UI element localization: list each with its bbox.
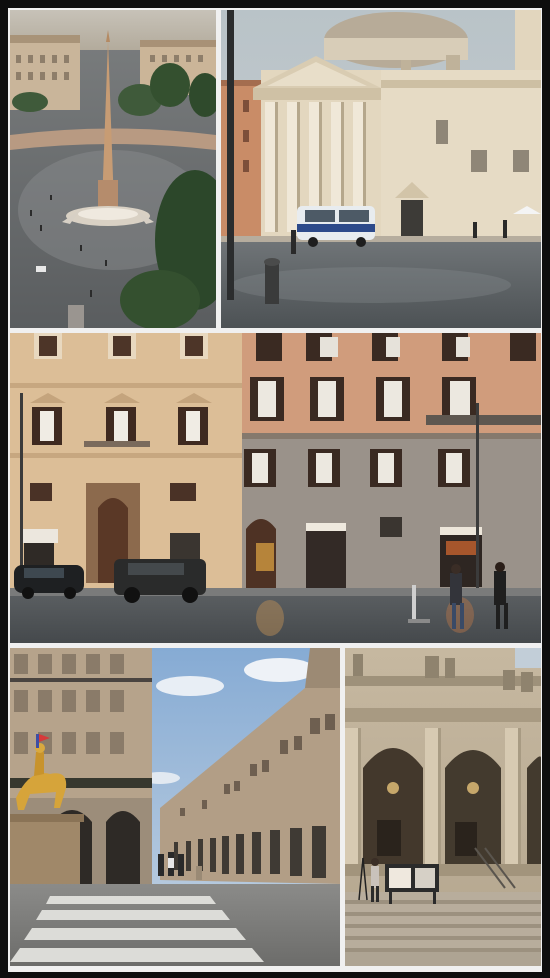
street-image bbox=[10, 333, 541, 643]
photo-golden-statue-street bbox=[10, 648, 340, 966]
church-image bbox=[221, 10, 541, 328]
piazza-obelisk-image bbox=[10, 10, 216, 328]
photo-street-buildings bbox=[10, 333, 541, 643]
collage-frame bbox=[0, 0, 550, 978]
photo-church-police-van bbox=[221, 10, 541, 328]
photo-library-facade bbox=[345, 648, 541, 966]
photo-piazza-obelisk bbox=[10, 10, 216, 328]
library-image bbox=[345, 648, 541, 966]
statue-street-image bbox=[10, 648, 340, 966]
